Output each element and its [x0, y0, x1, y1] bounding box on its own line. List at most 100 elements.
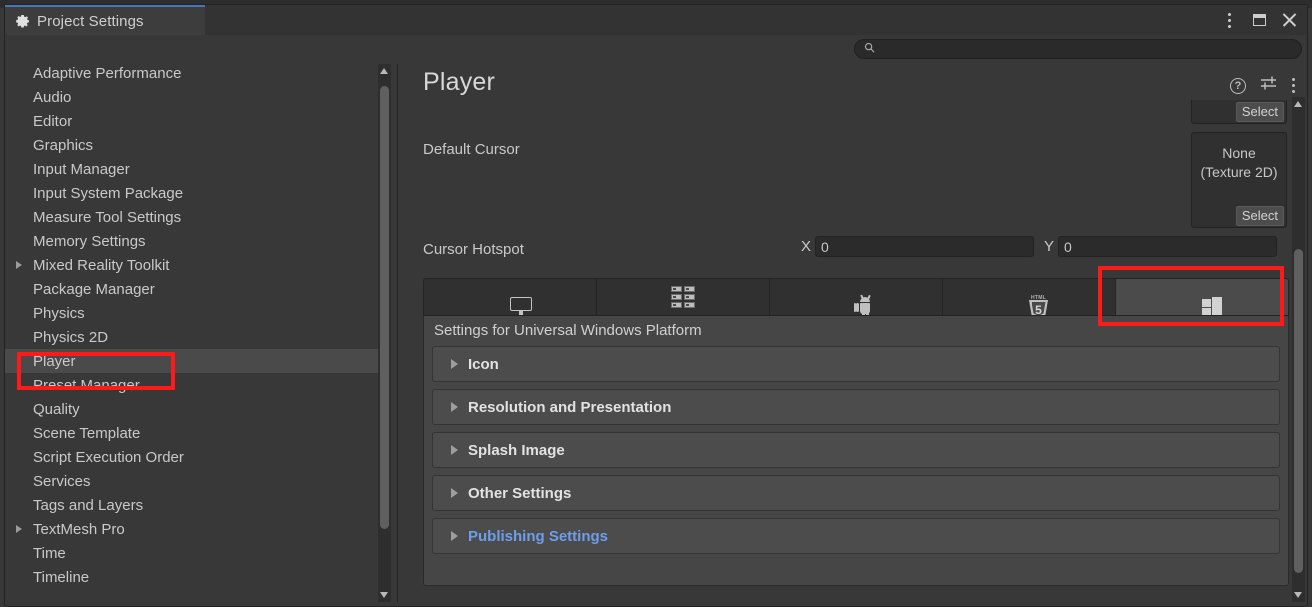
sidebar-item-label: Memory Settings: [33, 233, 146, 250]
sidebar-item-time[interactable]: Time: [5, 541, 378, 565]
platform-tab-webgl[interactable]: HTML5: [943, 279, 1116, 315]
window-close-button[interactable]: [1279, 9, 1299, 31]
sidebar-item-label: Quality: [33, 401, 80, 418]
window-menu-button[interactable]: [1219, 9, 1239, 31]
tree-scrollbar-thumb[interactable]: [380, 86, 389, 529]
sidebar-item-memory-settings[interactable]: Memory Settings: [5, 229, 378, 253]
sidebar-item-input-system-package[interactable]: Input System Package: [5, 181, 378, 205]
default-cursor-label: Default Cursor: [423, 141, 520, 158]
gear-icon: [15, 14, 30, 29]
sidebar-item-tags-and-layers[interactable]: Tags and Layers: [5, 493, 378, 517]
select-button[interactable]: Select: [1236, 102, 1284, 122]
chevron-right-icon[interactable]: [451, 531, 458, 541]
sidebar-item-timeline[interactable]: Timeline: [5, 565, 378, 589]
cursor-hotspot-label: Cursor Hotspot: [423, 241, 524, 258]
pane-scroll-up-icon[interactable]: [1294, 101, 1302, 107]
sidebar-item-package-manager[interactable]: Package Manager: [5, 277, 378, 301]
pane-header-actions: ?: [1230, 75, 1295, 96]
pane-menu-icon[interactable]: [1292, 78, 1295, 93]
sidebar-item-editor[interactable]: Editor: [5, 109, 378, 133]
help-icon[interactable]: ?: [1230, 78, 1246, 94]
sidebar-item-label: TextMesh Pro: [33, 521, 125, 538]
sidebar-item-measure-tool-settings[interactable]: Measure Tool Settings: [5, 205, 378, 229]
sidebar-item-label: Audio: [33, 89, 71, 106]
sidebar-item-label: Graphics: [33, 137, 93, 154]
platform-tab-dedicated-server[interactable]: [597, 279, 770, 315]
chevron-right-icon[interactable]: [451, 359, 458, 369]
settings-category-tree[interactable]: Adaptive Performance Audio Editor Graphics I…: [5, 64, 378, 602]
foldout-label: Resolution and Presentation: [468, 399, 671, 416]
pane-scrollbar-thumb[interactable]: [1294, 249, 1303, 573]
tab-project-settings[interactable]: Project Settings: [5, 5, 205, 35]
sidebar-item-scene-template[interactable]: Scene Template: [5, 421, 378, 445]
settings-for-label: Settings for Universal Windows Platform: [434, 322, 702, 339]
search-input[interactable]: [880, 43, 1260, 55]
sidebar-item-adaptive-performance[interactable]: Adaptive Performance: [5, 64, 378, 85]
pane-scrollbar[interactable]: [1292, 97, 1305, 602]
pane-divider[interactable]: [397, 64, 398, 602]
sidebar-item-label: Preset Manager: [33, 377, 140, 394]
sidebar-item-input-manager[interactable]: Input Manager: [5, 157, 378, 181]
sidebar-item-label: Adaptive Performance: [33, 65, 181, 82]
platform-tab-bar[interactable]: HTML5: [423, 278, 1289, 316]
tree-scrollbar[interactable]: [378, 64, 391, 602]
sidebar-item-preset-manager[interactable]: Preset Manager: [5, 373, 378, 397]
sidebar-item-label: Services: [33, 473, 91, 490]
sidebar-item-textmesh-pro[interactable]: TextMesh Pro: [5, 517, 378, 541]
sidebar-item-label: Editor: [33, 113, 72, 130]
window-controls: [1219, 5, 1299, 35]
sidebar-item-graphics[interactable]: Graphics: [5, 133, 378, 157]
foldout-publishing-settings[interactable]: Publishing Settings: [432, 518, 1280, 554]
search-icon: [864, 40, 875, 58]
preset-icon[interactable]: [1260, 75, 1278, 96]
sidebar-item-physics-2d[interactable]: Physics 2D: [5, 325, 378, 349]
sidebar-item-physics[interactable]: Physics: [5, 301, 378, 325]
hotspot-x-input[interactable]: [815, 236, 1034, 257]
player-settings-pane: Player ? Select: [401, 64, 1307, 602]
sidebar-item-label: Physics 2D: [33, 329, 108, 346]
foldout-splash-image[interactable]: Splash Image: [432, 432, 1280, 468]
sidebar-item-label: Tags and Layers: [33, 497, 143, 514]
hotspot-y-axis-label: Y: [1044, 238, 1058, 255]
platform-settings-panel: Settings for Universal Windows Platform …: [423, 316, 1289, 586]
foldout-icon[interactable]: Icon: [432, 346, 1280, 382]
sidebar-item-label: Scene Template: [33, 425, 140, 442]
sidebar-item-label: Player: [33, 353, 76, 370]
cursor-hotspot-vector2: X Y: [801, 236, 1277, 257]
sidebar-item-player[interactable]: Player: [5, 349, 378, 373]
sidebar-item-label: Script Execution Order: [33, 449, 184, 466]
chevron-right-icon[interactable]: [451, 402, 458, 412]
chevron-right-icon[interactable]: [16, 261, 22, 269]
sidebar-item-services[interactable]: Services: [5, 469, 378, 493]
server-icon: [671, 286, 695, 308]
sidebar-item-label: Input System Package: [33, 185, 183, 202]
sidebar-item-audio[interactable]: Audio: [5, 85, 378, 109]
default-cursor-select-button[interactable]: Select: [1236, 206, 1284, 226]
platform-tab-standalone[interactable]: [424, 279, 597, 315]
chevron-right-icon[interactable]: [16, 525, 22, 533]
object-field-clipped[interactable]: Select: [1191, 100, 1287, 124]
sidebar-item-label: Package Manager: [33, 281, 155, 298]
sidebar-item-mixed-reality-toolkit[interactable]: Mixed Reality Toolkit: [5, 253, 378, 277]
tree-scroll-down-icon[interactable]: [380, 592, 388, 598]
default-cursor-object-field[interactable]: None (Texture 2D) Select: [1191, 132, 1287, 228]
project-settings-window: Project Settings: [0, 0, 1312, 607]
hotspot-y-input[interactable]: [1058, 236, 1277, 257]
settings-body: Adaptive Performance Audio Editor Graphics I…: [5, 64, 1307, 602]
chevron-right-icon[interactable]: [451, 445, 458, 455]
foldout-resolution-and-presentation[interactable]: Resolution and Presentation: [432, 389, 1280, 425]
platform-tab-android[interactable]: [770, 279, 943, 315]
pane-scroll-down-icon[interactable]: [1294, 592, 1302, 598]
chevron-right-icon[interactable]: [451, 488, 458, 498]
search-field[interactable]: [854, 39, 1302, 59]
search-row: [5, 35, 1307, 64]
sidebar-item-label: Measure Tool Settings: [33, 209, 181, 226]
sidebar-item-script-execution-order[interactable]: Script Execution Order: [5, 445, 378, 469]
close-icon: [1282, 13, 1297, 28]
sidebar-item-quality[interactable]: Quality: [5, 397, 378, 421]
page-title: Player: [423, 68, 495, 97]
foldout-other-settings[interactable]: Other Settings: [432, 475, 1280, 511]
platform-tab-universal-windows-platform[interactable]: [1116, 279, 1288, 315]
tree-scroll-up-icon[interactable]: [380, 68, 388, 74]
window-maximize-button[interactable]: [1249, 9, 1269, 31]
